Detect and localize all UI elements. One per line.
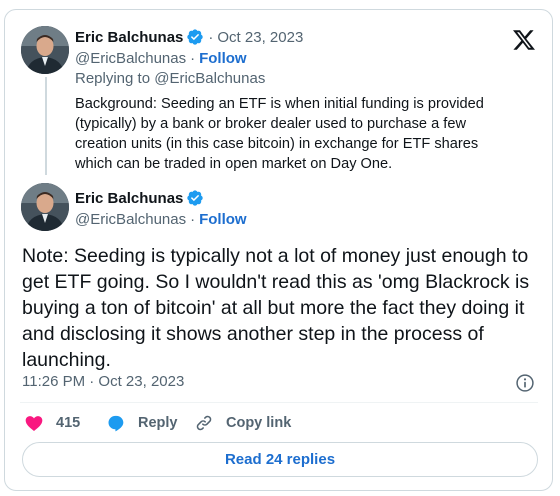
main-handle-row: @EricBalchunas · Follow (75, 211, 247, 228)
author-handle[interactable]: @EricBalchunas (75, 50, 186, 67)
author-name[interactable]: Eric Balchunas (75, 190, 183, 207)
copy-link-label: Copy link (226, 415, 292, 431)
info-icon[interactable] (515, 373, 535, 393)
separator-dot: · (190, 211, 196, 228)
main-author-row: Eric Balchunas (75, 189, 204, 207)
reply-label: Reply (138, 415, 178, 431)
main-tweet-text: Note: Seeding is typically not a lot of … (22, 245, 530, 371)
like-count: 415 (56, 415, 81, 431)
reply-bubble-icon (108, 415, 124, 432)
avatar[interactable] (21, 183, 69, 231)
avatar[interactable] (21, 26, 69, 74)
post-timestamp[interactable]: 11:26 PM · Oct 23, 2023 (22, 373, 184, 390)
follow-button[interactable]: Follow (199, 50, 247, 67)
author-handle[interactable]: @EricBalchunas (75, 211, 186, 228)
read-replies-button[interactable]: Read 24 replies (22, 442, 538, 477)
follow-button[interactable]: Follow (199, 211, 247, 228)
parent-tweet-text: Background: Seeding an ETF is when initi… (75, 96, 484, 172)
like-button[interactable]: 415 (24, 413, 80, 433)
author-name[interactable]: Eric Balchunas (75, 29, 183, 46)
divider (20, 402, 538, 403)
verified-badge-icon (187, 190, 204, 206)
avatar-image (21, 26, 69, 74)
parent-handle-row: @EricBalchunas · Follow (75, 50, 247, 67)
link-icon (196, 415, 212, 431)
avatar-image (21, 183, 69, 231)
replying-to-label: Replying to @EricBalchunas (75, 70, 266, 87)
verified-badge-icon (187, 29, 204, 45)
separator-dot: · (190, 50, 196, 67)
thread-connector (45, 77, 47, 175)
reply-button[interactable]: Reply (106, 413, 178, 433)
post-date[interactable]: Oct 23, 2023 (217, 29, 303, 46)
parent-author-row: Eric Balchunas · Oct 23, 2023 (75, 28, 303, 46)
heart-icon (25, 416, 43, 431)
copy-link-button[interactable]: Copy link (194, 413, 291, 433)
x-logo-icon[interactable] (512, 28, 536, 52)
separator-dot: · (208, 28, 214, 46)
